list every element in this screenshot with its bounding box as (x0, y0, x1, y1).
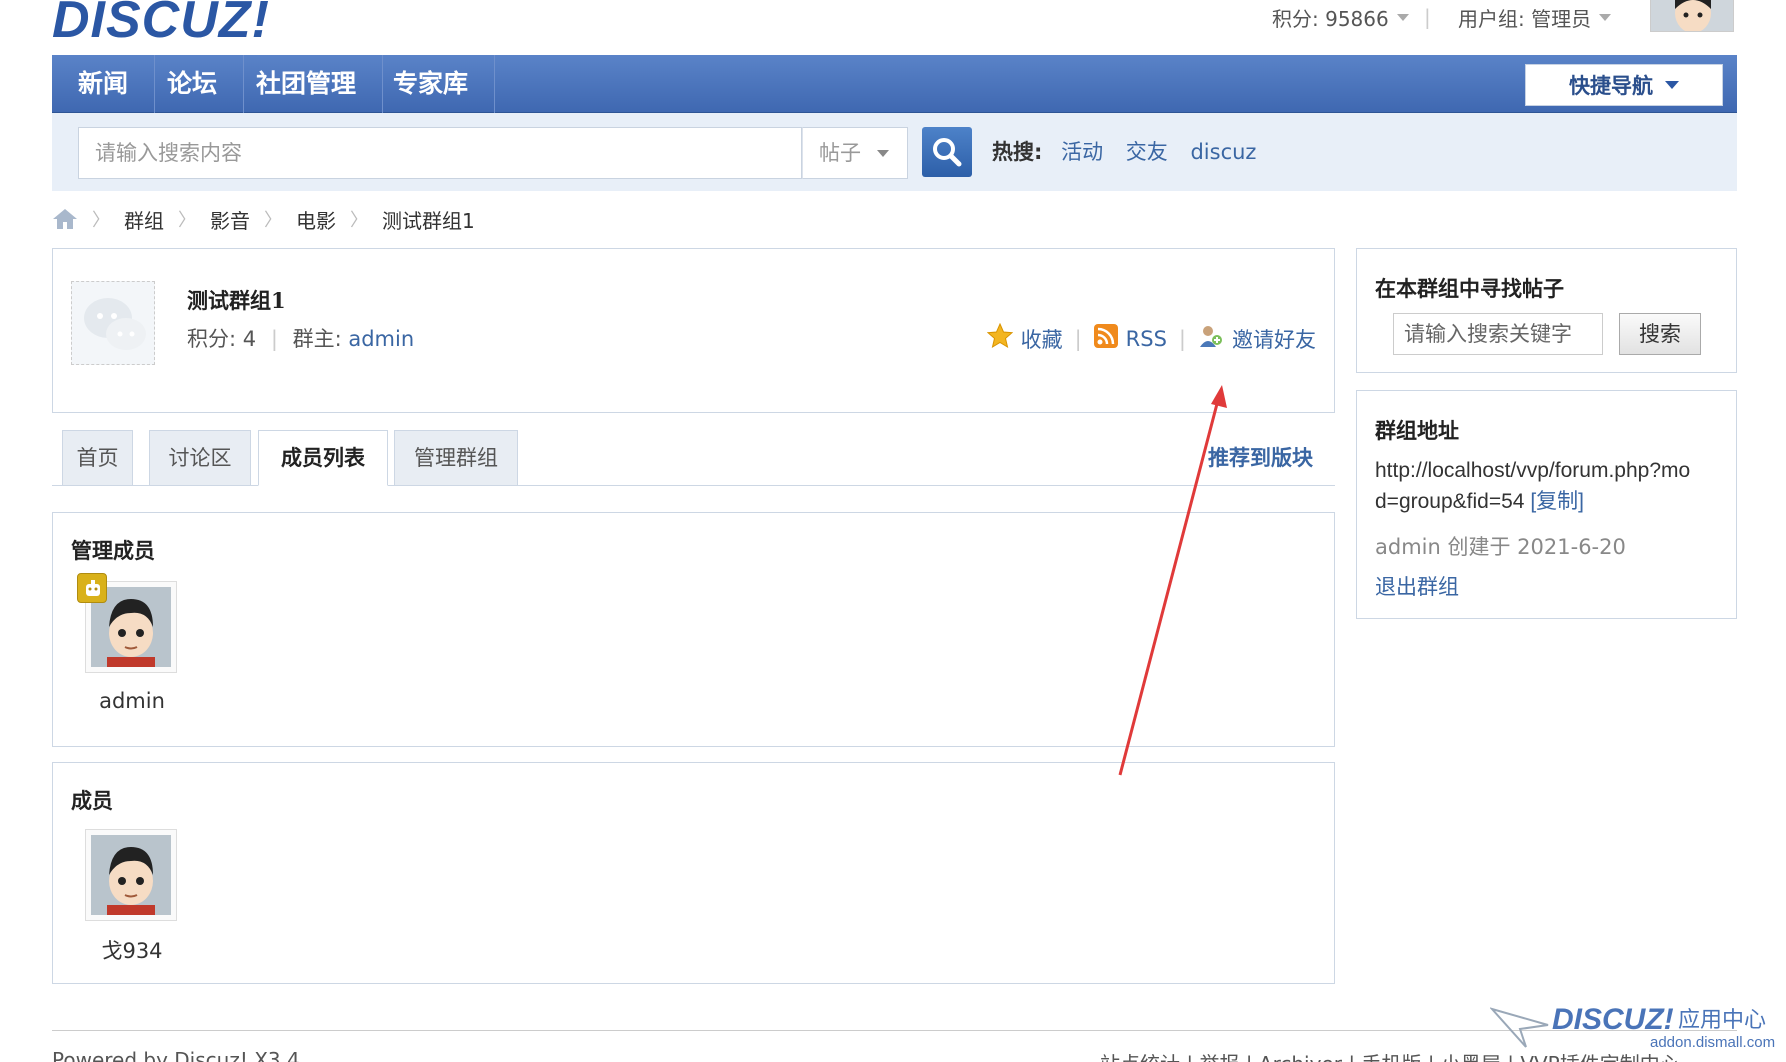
paper-plane-icon: DISCUZ! 应用中心 addon.dismall.com (1488, 1003, 1775, 1051)
svg-text:addon.dismall.com: addon.dismall.com (1650, 1034, 1775, 1051)
watermark: DISCUZ! 应用中心 addon.dismall.com (1488, 995, 1780, 1060)
svg-text:应用中心: 应用中心 (1678, 1008, 1766, 1033)
footer-divider (52, 1030, 1737, 1031)
annotation-arrow-icon (1118, 385, 1227, 776)
footer-powered: Powered by Discuz! X3.4 (52, 1048, 300, 1062)
svg-text:DISCUZ!: DISCUZ! (1552, 1003, 1674, 1036)
